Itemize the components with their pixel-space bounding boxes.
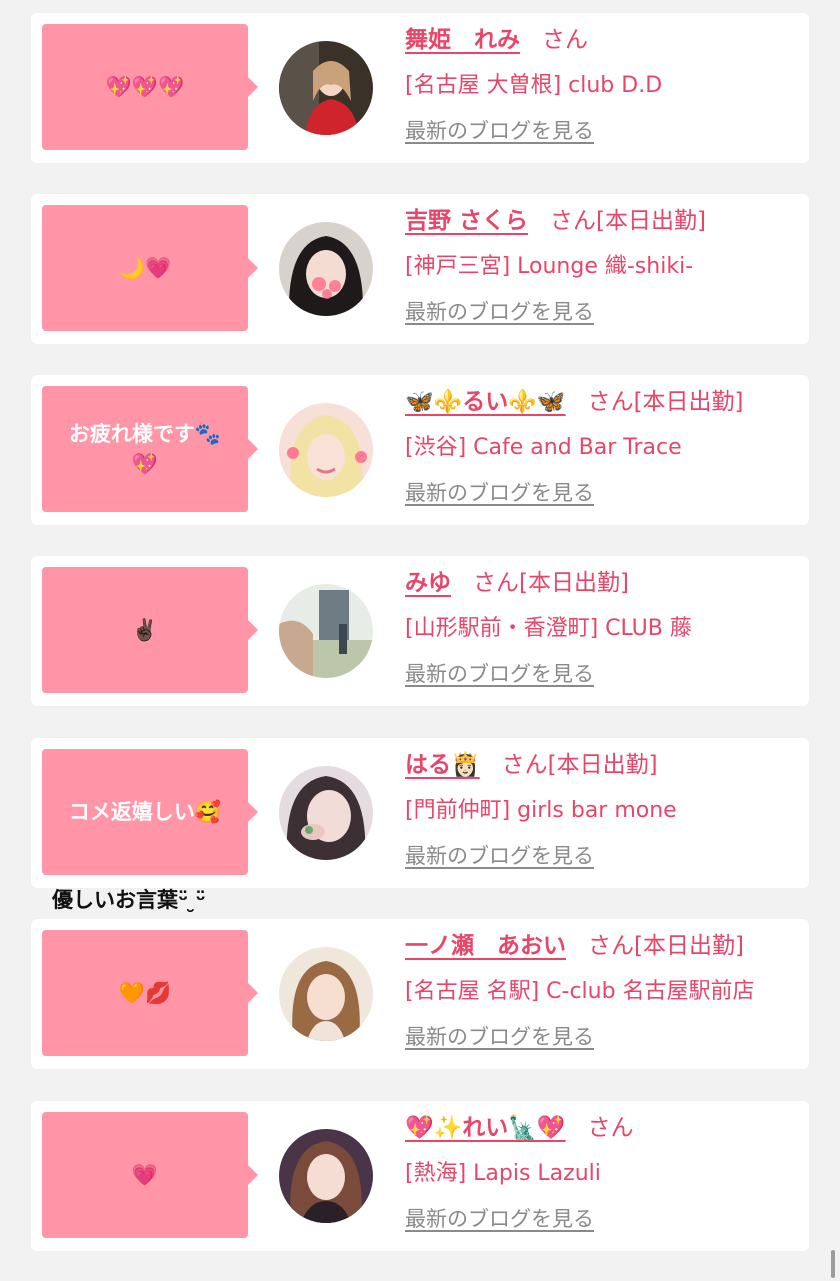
comment-text: コメ返嬉しい🥰 (68, 800, 222, 824)
latest-blog-link[interactable]: 最新のブログを見る (405, 295, 594, 329)
avatar-photo-icon (279, 41, 373, 135)
blog-card: 💖💖💖 舞姫 れみ さん [名古屋 大曽根] club D.D 最新のブログを見る (31, 13, 809, 163)
avatar[interactable] (279, 403, 373, 497)
honorific: さん (587, 1115, 634, 1141)
comment-text: お疲れ様です🐾 💖 (68, 422, 222, 476)
scrollbar[interactable] (831, 1250, 835, 1278)
entry-info: 💖✨れい🗽💖 さん [熱海] Lapis Lazuli 最新のブログを見る (405, 1109, 799, 1236)
latest-blog-link[interactable]: 最新のブログを見る (405, 657, 594, 691)
author-name-link[interactable]: 舞姫 れみ (405, 27, 520, 53)
latest-blog-link[interactable]: 最新のブログを見る (405, 114, 594, 148)
honorific: さん[本日出勤] (588, 933, 744, 959)
shop-name: [山形駅前・香澄町] CLUB 藤 (405, 616, 692, 641)
avatar-photo-icon (279, 584, 373, 678)
latest-blog-link[interactable]: 最新のブログを見る (405, 1202, 594, 1236)
author-name-link[interactable]: みゆ (405, 570, 451, 596)
blog-card: 🧡💋 一ノ瀬 あおい さん[本日出勤] [名古屋 名駅] C-club 名古屋駅前… (31, 919, 809, 1069)
author-name-link[interactable]: 💖✨れい🗽💖 (405, 1115, 566, 1141)
shop-name: [名古屋 大曽根] club D.D (405, 73, 663, 98)
shop-name: [神戸三宮] Lounge 織-shiki- (405, 254, 694, 279)
avatar-photo-icon (279, 766, 373, 860)
blog-card: 🌙💗 吉野 さくら さん[本日出勤] [神戸三宮] Lounge 織-shiki-… (31, 194, 809, 344)
comment-text: 🧡💋 (118, 981, 172, 1005)
shop-name: [渋谷] Cafe and Bar Trace (405, 435, 682, 460)
entry-info: 🦋⚜️るい⚜️🦋 さん[本日出勤] [渋谷] Cafe and Bar Trace… (405, 383, 799, 510)
comment-overflow-text: 優しいお言葉ᵕ̈ ̮ᵕ̈ (52, 888, 206, 912)
entry-info: みゆ さん[本日出勤] [山形駅前・香澄町] CLUB 藤 最新のブログを見る (405, 564, 799, 691)
avatar-photo-icon (279, 1129, 373, 1223)
comment-text: 💗 (131, 1163, 159, 1187)
comment-bubble: 🧡💋 (42, 930, 258, 1056)
shop-name: [名古屋 名駅] C-club 名古屋駅前店 (405, 979, 755, 1004)
author-name-link[interactable]: 吉野 さくら (405, 208, 528, 234)
latest-blog-link[interactable]: 最新のブログを見る (405, 839, 594, 873)
comment-bubble: 💗 (42, 1112, 258, 1238)
avatar-photo-icon (279, 222, 373, 316)
entry-info: はる👸🏻 さん[本日出勤] [門前仲町] girls bar mone 最新のブロ… (405, 746, 799, 873)
comment-text: ✌🏿 (131, 618, 159, 642)
comment-text: 🌙💗 (118, 256, 172, 280)
author-name-link[interactable]: 🦋⚜️るい⚜️🦋 (405, 389, 566, 415)
comment-text: 💖💖💖 (105, 75, 185, 99)
blog-card: ✌🏿 みゆ さん[本日出勤] [山形駅前・香澄町] CLUB 藤 最新のブログを見… (31, 556, 809, 706)
honorific: さん[本日出勤] (550, 208, 706, 234)
entry-info: 吉野 さくら さん[本日出勤] [神戸三宮] Lounge 織-shiki- 最新… (405, 202, 799, 329)
comment-bubble: コメ返嬉しい🥰 優しいお言葉ᵕ̈ ̮ᵕ̈ (42, 749, 258, 912)
blog-card: 💗 💖✨れい🗽💖 さん [熱海] Lapis Lazuli 最新のブログを見る (31, 1101, 809, 1251)
avatar[interactable] (279, 947, 373, 1041)
entry-info: 舞姫 れみ さん [名古屋 大曽根] club D.D 最新のブログを見る (405, 21, 799, 148)
latest-blog-link[interactable]: 最新のブログを見る (405, 1020, 594, 1054)
honorific: さん (542, 27, 588, 53)
comment-bubble: 💖💖💖 (42, 24, 258, 150)
comment-bubble: 🌙💗 (42, 205, 258, 331)
avatar[interactable] (279, 766, 373, 860)
author-name-link[interactable]: はる👸🏻 (405, 752, 480, 778)
latest-blog-link[interactable]: 最新のブログを見る (405, 476, 594, 510)
comment-bubble: ✌🏿 (42, 567, 258, 693)
avatar[interactable] (279, 1129, 373, 1223)
shop-name: [門前仲町] girls bar mone (405, 798, 677, 823)
blog-card: コメ返嬉しい🥰 優しいお言葉ᵕ̈ ̮ᵕ̈ はる👸🏻 さん[本日出勤] [門前仲町]… (31, 738, 809, 912)
honorific: さん[本日出勤] (587, 389, 744, 415)
entry-info: 一ノ瀬 あおい さん[本日出勤] [名古屋 名駅] C-club 名古屋駅前店 最… (405, 927, 799, 1054)
avatar[interactable] (279, 222, 373, 316)
comment-bubble: お疲れ様です🐾 💖 (42, 386, 258, 512)
avatar-photo-icon (279, 403, 373, 497)
honorific: さん[本日出勤] (473, 570, 629, 596)
avatar[interactable] (279, 584, 373, 678)
shop-name: [熱海] Lapis Lazuli (405, 1161, 601, 1186)
author-name-link[interactable]: 一ノ瀬 あおい (405, 933, 566, 959)
avatar-photo-icon (279, 947, 373, 1041)
honorific: さん[本日出勤] (501, 752, 658, 778)
avatar[interactable] (279, 41, 373, 135)
blog-card: お疲れ様です🐾 💖 🦋⚜️るい⚜️🦋 さん[本日出勤] [渋谷] Cafe and… (31, 375, 809, 525)
